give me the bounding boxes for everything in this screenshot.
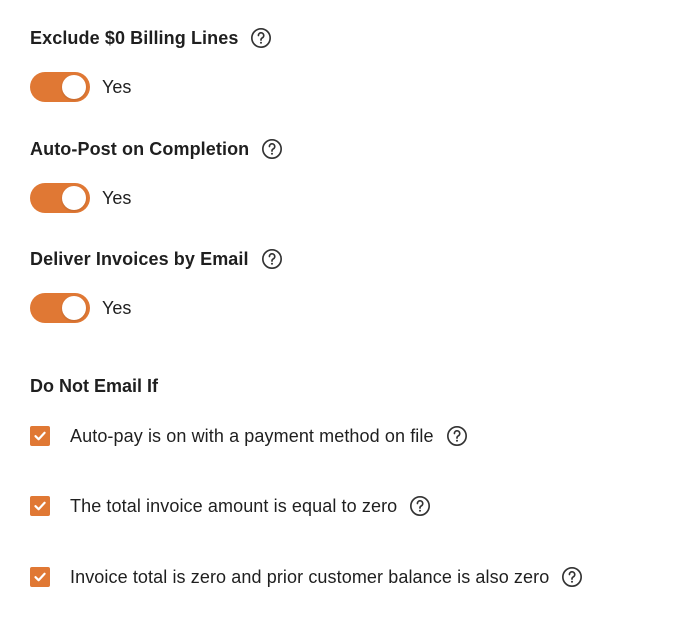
setting-label-row: Exclude $0 Billing Lines: [30, 26, 272, 50]
setting-deliver-invoices-by-email: Deliver Invoices by Email Yes: [30, 247, 283, 323]
setting-title: Exclude $0 Billing Lines: [30, 27, 239, 48]
zero-total-and-balance-checkbox[interactable]: [30, 567, 50, 587]
toggle-row: Yes: [30, 72, 272, 102]
help-icon[interactable]: [250, 27, 272, 49]
setting-auto-post-on-completion: Auto-Post on Completion Yes: [30, 137, 283, 213]
toggle-knob: [62, 296, 86, 320]
toggle-row: Yes: [30, 183, 283, 213]
check-label: Invoice total is zero and prior customer…: [70, 566, 550, 587]
help-icon[interactable]: [409, 495, 431, 517]
do-not-email-option-zero-total: The total invoice amount is equal to zer…: [30, 494, 431, 518]
check-label: The total invoice amount is equal to zer…: [70, 495, 398, 516]
do-not-email-section-title: Do Not Email If: [30, 376, 159, 396]
help-icon[interactable]: [261, 248, 283, 270]
check-label: Auto-pay is on with a payment method on …: [70, 425, 434, 446]
setting-title: Deliver Invoices by Email: [30, 248, 249, 269]
help-icon[interactable]: [261, 138, 283, 160]
zero-total-checkbox[interactable]: [30, 496, 50, 516]
setting-exclude-zero-billing-lines: Exclude $0 Billing Lines Yes: [30, 26, 272, 102]
setting-label-row: Deliver Invoices by Email: [30, 247, 283, 271]
autopay-checkbox[interactable]: [30, 426, 50, 446]
do-not-email-option-autopay: Auto-pay is on with a payment method on …: [30, 424, 468, 448]
toggle-label: Yes: [102, 76, 132, 97]
toggle-knob: [62, 75, 86, 99]
toggle-label: Yes: [102, 187, 132, 208]
setting-label-row: Auto-Post on Completion: [30, 137, 283, 161]
setting-title: Auto-Post on Completion: [30, 138, 250, 159]
toggle-row: Yes: [30, 293, 283, 323]
help-icon[interactable]: [561, 566, 583, 588]
toggle-label: Yes: [102, 297, 132, 318]
exclude-zero-billing-toggle[interactable]: [30, 72, 90, 102]
do-not-email-option-zero-total-and-balance: Invoice total is zero and prior customer…: [30, 565, 583, 589]
auto-post-toggle[interactable]: [30, 183, 90, 213]
deliver-invoices-email-toggle[interactable]: [30, 293, 90, 323]
help-icon[interactable]: [446, 425, 468, 447]
toggle-knob: [62, 186, 86, 210]
